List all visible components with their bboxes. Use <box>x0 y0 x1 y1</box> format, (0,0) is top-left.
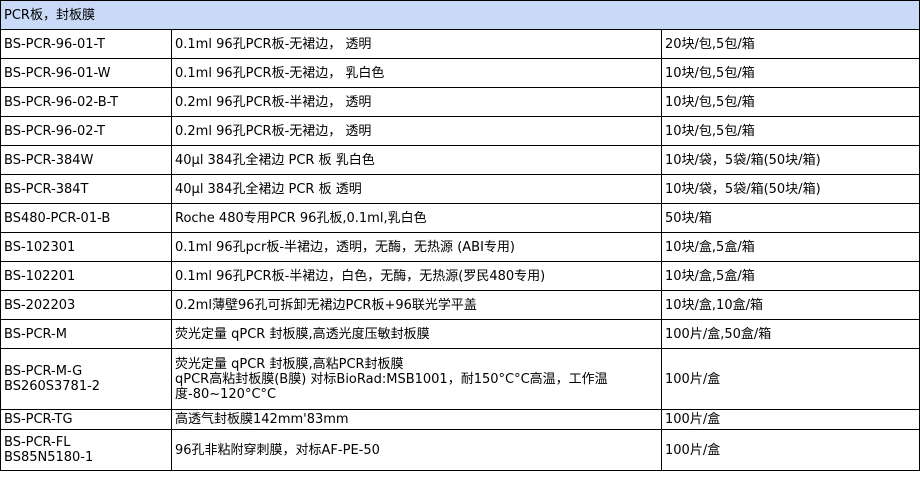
product-code-cell-line: BS-PCR-96-01-T <box>4 36 105 52</box>
table-row: BS-PCR-TG 高透气封板膜142mm'83mm 100片/盒 <box>0 409 920 430</box>
product-description-cell: Roche 480专用PCR 96孔板,0.1ml,乳白色 <box>171 203 662 233</box>
product-code-cell-line: BS-102301 <box>4 239 76 255</box>
product-code-cell-line: BS-PCR-384T <box>4 181 89 197</box>
product-description-cell: 高透气封板膜142mm'83mm <box>171 409 662 430</box>
product-description-cell: 0.1ml 96孔pcr板-半裙边，透明，无酶，无热源 (ABI专用) <box>171 232 662 262</box>
product-code-cell: BS-PCR-96-02-T <box>0 116 172 146</box>
table-row: BS480-PCR-01-B Roche 480专用PCR 96孔板,0.1ml,… <box>0 203 920 233</box>
product-code-cell: BS-PCR-384W <box>0 145 172 175</box>
product-code-cell: BS-PCR-96-02-B-T <box>0 87 172 117</box>
product-code-cell: BS-PCR-M-G BS260S3781-2 <box>0 348 172 410</box>
packaging-cell: 10块/盒,5盒/箱 <box>660 261 920 291</box>
table-row: BS-PCR-96-02-T 0.2ml 96孔PCR板-无裙边， 透明 10块/包… <box>0 116 920 146</box>
packaging-cell: 100片/盒 <box>660 348 920 410</box>
table-row: BS-PCR-FL BS85N5180-1 96孔非粘附穿刺膜，对标AF-PE-50… <box>0 429 920 471</box>
packaging-cell: 100片/盒 <box>660 409 920 430</box>
product-description-cell: 0.1ml 96孔PCR板-无裙边， 乳白色 <box>171 58 662 88</box>
packaging-cell: 10块/盒,5盒/箱 <box>660 232 920 262</box>
packaging-cell: 100片/盒,50盒/箱 <box>660 319 920 349</box>
product-code-cell-line: BS-PCR-96-02-T <box>4 123 105 139</box>
packaging-cell: 10块/包,5包/箱 <box>660 58 920 88</box>
product-description-cell-line: 荧光定量 qPCR 封板膜,高透光度压敏封板膜 <box>175 326 430 342</box>
product-code-cell-line: BS-PCR-96-02-B-T <box>4 94 119 110</box>
product-description-cell-line: 0.1ml 96孔pcr板-半裙边，透明，无酶，无热源 (ABI专用) <box>175 239 515 255</box>
product-description-cell: 荧光定量 qPCR 封板膜,高粘PCR封板膜 qPCR高粘封板膜(B膜) 对标Bi… <box>171 348 662 410</box>
table-row: BS-PCR-96-02-B-T 0.2ml 96孔PCR板-半裙边， 透明 10块… <box>0 87 920 117</box>
product-description-cell-line: 0.1ml 96孔PCR板-无裙边， 透明 <box>175 36 372 52</box>
product-description-cell-line: 0.1ml 96孔PCR板-无裙边， 乳白色 <box>175 65 385 81</box>
packaging-cell: 10块/袋，5袋/箱(50块/箱) <box>660 174 920 204</box>
packaging-cell: 10块/包,5包/箱 <box>660 116 920 146</box>
table-header-row: PCR板，封板膜 <box>0 0 920 30</box>
packaging-cell: 10块/盒,10盒/箱 <box>660 290 920 320</box>
product-description-cell-line: 0.1ml 96孔PCR板-半裙边，白色，无酶，无热源(罗民480专用) <box>175 268 546 284</box>
product-code-cell: BS-PCR-96-01-T <box>0 29 172 59</box>
packaging-cell: 20块/包,5包/箱 <box>660 29 920 59</box>
product-table: PCR板，封板膜 BS-PCR-96-01-T 0.1ml 96孔PCR板-无裙边… <box>0 0 920 471</box>
product-description-cell-line: 荧光定量 qPCR 封板膜,高粘PCR封板膜 <box>175 356 404 372</box>
product-code-cell-line: BS-PCR-M-G <box>4 364 83 379</box>
product-description-cell-line: 96孔非粘附穿刺膜，对标AF-PE-50 <box>175 442 380 458</box>
product-description-cell-line: 0.2ml薄壁96孔可拆卸无裙边PCR板+96联光学平盖 <box>175 297 477 313</box>
table-row: BS-PCR-96-01-T 0.1ml 96孔PCR板-无裙边， 透明 20块/包… <box>0 29 920 59</box>
product-description-cell-line: 40μl 384孔全裙边 PCR 板 乳白色 <box>175 152 375 168</box>
product-description-cell-line: Roche 480专用PCR 96孔板,0.1ml,乳白色 <box>175 210 427 226</box>
product-description-cell: 0.1ml 96孔PCR板-无裙边， 透明 <box>171 29 662 59</box>
product-description-cell: 0.2ml 96孔PCR板-半裙边， 透明 <box>171 87 662 117</box>
product-description-cell: 40μl 384孔全裙边 PCR 板 透明 <box>171 174 662 204</box>
product-code-cell-line: BS-102201 <box>4 268 76 284</box>
product-description-cell: 40μl 384孔全裙边 PCR 板 乳白色 <box>171 145 662 175</box>
product-code-cell: BS-102201 <box>0 261 172 291</box>
packaging-cell: 10块/包,5包/箱 <box>660 87 920 117</box>
packaging-cell: 50块/箱 <box>660 203 920 233</box>
product-description-cell-line: 高透气封板膜142mm'83mm <box>175 412 349 427</box>
product-code-cell: BS-202203 <box>0 290 172 320</box>
product-code-cell-line: BS-202203 <box>4 297 76 313</box>
product-code-cell-line: BS-PCR-FL <box>4 435 71 450</box>
table-row: BS-202203 0.2ml薄壁96孔可拆卸无裙边PCR板+96联光学平盖 10块… <box>0 290 920 320</box>
table-row: BS-102301 0.1ml 96孔pcr板-半裙边，透明，无酶，无热源 (AB… <box>0 232 920 262</box>
packaging-cell: 100片/盒 <box>660 429 920 471</box>
table-row: BS-PCR-M-G BS260S3781-2 荧光定量 qPCR 封板膜,高粘PC… <box>0 348 920 410</box>
product-description-cell-line: 度-80~120°C°C <box>175 386 277 402</box>
table-row: BS-102201 0.1ml 96孔PCR板-半裙边，白色，无酶，无热源(罗民4… <box>0 261 920 291</box>
product-code-cell-line: BS85N5180-1 <box>4 450 94 465</box>
product-code-cell-line: BS260S3781-2 <box>4 379 101 394</box>
product-code-cell-line: BS-PCR-96-01-W <box>4 65 111 81</box>
packaging-cell: 10块/袋，5袋/箱(50块/箱) <box>660 145 920 175</box>
product-code-cell: BS-PCR-384T <box>0 174 172 204</box>
product-description-cell: 0.2ml薄壁96孔可拆卸无裙边PCR板+96联光学平盖 <box>171 290 662 320</box>
product-code-cell: BS-PCR-FL BS85N5180-1 <box>0 429 172 471</box>
table-header-cell: PCR板，封板膜 <box>0 0 920 30</box>
product-code-cell-line: BS-PCR-384W <box>4 152 94 168</box>
product-description-cell: 荧光定量 qPCR 封板膜,高透光度压敏封板膜 <box>171 319 662 349</box>
product-description-cell: 96孔非粘附穿刺膜，对标AF-PE-50 <box>171 429 662 471</box>
product-code-cell-line: BS-PCR-M <box>4 326 67 342</box>
table-row: BS-PCR-M 荧光定量 qPCR 封板膜,高透光度压敏封板膜 100片/盒,50… <box>0 319 920 349</box>
table-row: BS-PCR-384W 40μl 384孔全裙边 PCR 板 乳白色 10块/袋，5… <box>0 145 920 175</box>
product-description-cell-line: 40μl 384孔全裙边 PCR 板 透明 <box>175 181 362 197</box>
table-row: BS-PCR-384T 40μl 384孔全裙边 PCR 板 透明 10块/袋，5袋… <box>0 174 920 204</box>
product-code-cell: BS-102301 <box>0 232 172 262</box>
product-code-cell-line: BS-PCR-TG <box>4 412 73 427</box>
product-code-cell: BS480-PCR-01-B <box>0 203 172 233</box>
product-code-cell: BS-PCR-M <box>0 319 172 349</box>
product-code-cell: BS-PCR-96-01-W <box>0 58 172 88</box>
product-description-cell-line: 0.2ml 96孔PCR板-无裙边， 透明 <box>175 123 372 139</box>
product-description-cell: 0.2ml 96孔PCR板-无裙边， 透明 <box>171 116 662 146</box>
table-row: BS-PCR-96-01-W 0.1ml 96孔PCR板-无裙边， 乳白色 10块/… <box>0 58 920 88</box>
product-code-cell: BS-PCR-TG <box>0 409 172 430</box>
product-code-cell-line: BS480-PCR-01-B <box>4 210 111 226</box>
product-description-cell-line: qPCR高粘封板膜(B膜) 对标BioRad:MSB1001，耐150°C°C高… <box>175 371 608 387</box>
product-description-cell-line: 0.2ml 96孔PCR板-半裙边， 透明 <box>175 94 372 110</box>
product-description-cell: 0.1ml 96孔PCR板-半裙边，白色，无酶，无热源(罗民480专用) <box>171 261 662 291</box>
